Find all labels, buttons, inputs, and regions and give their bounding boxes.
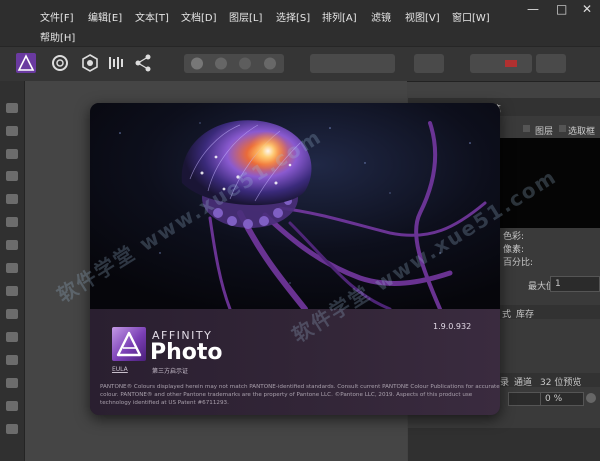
- maximize-button[interactable]: □: [556, 2, 567, 16]
- third-party-link[interactable]: 第三方启示证: [152, 366, 188, 375]
- menu-help[interactable]: 帮助[H]: [40, 29, 75, 44]
- assistant-button[interactable]: [536, 54, 566, 73]
- selection-label: 选取框: [568, 127, 596, 137]
- paint-brush-tool-icon[interactable]: [6, 263, 18, 273]
- menu-layer[interactable]: 图层[L]: [229, 9, 262, 24]
- minimize-button[interactable]: —: [527, 2, 539, 16]
- menu-window[interactable]: 窗口[W]: [452, 9, 490, 24]
- selection-brush-tool-icon[interactable]: [6, 194, 18, 204]
- toolbar: [0, 46, 600, 82]
- view-tool-icon[interactable]: [6, 126, 18, 136]
- percent-label: 百分比:: [503, 258, 534, 268]
- menu-select[interactable]: 选择[S]: [276, 9, 310, 24]
- tone-mapping-persona-icon[interactable]: [106, 53, 126, 73]
- max-value-text: 1: [555, 279, 561, 289]
- tab-stock[interactable]: 库存: [516, 307, 534, 320]
- opacity-text: 0 %: [545, 394, 563, 404]
- adjustment-button-group[interactable]: [184, 54, 284, 73]
- tab-channels[interactable]: 通道: [514, 375, 532, 388]
- selection-checkbox[interactable]: [559, 125, 566, 132]
- panel-footer: [408, 428, 600, 461]
- smudge-tool-icon[interactable]: [6, 355, 18, 365]
- max-value-field[interactable]: 1: [550, 276, 600, 292]
- marquee-tool-icon[interactable]: [6, 217, 18, 227]
- photo-persona-icon[interactable]: [16, 53, 36, 73]
- splash-artwork: [90, 103, 500, 312]
- menu-document[interactable]: 文档[D]: [181, 9, 217, 24]
- menu-arrange[interactable]: 排列[A]: [322, 9, 357, 24]
- menu-edit[interactable]: 编辑[E]: [88, 9, 122, 24]
- tab-32bit-preview[interactable]: 32 位预览: [540, 375, 581, 388]
- legal-text-2: colour. PANTONE® and other Pantone trade…: [100, 392, 473, 398]
- selection-mode-group[interactable]: [310, 54, 395, 73]
- shape-tool-icon[interactable]: [6, 401, 18, 411]
- layers-label: 图层: [535, 127, 554, 137]
- clone-tool-icon[interactable]: [6, 309, 18, 319]
- menu-bar: 文件[F] 编辑[E] 文本[T] 文档[D] 图层[L] 选择[S] 排列[A…: [0, 0, 600, 46]
- flood-fill-tool-icon[interactable]: [6, 240, 18, 250]
- layers-checkbox[interactable]: [523, 125, 530, 132]
- share-icon[interactable]: [133, 53, 153, 73]
- splash-info-area: AFFINITY Photo 1.9.0.932 EULA 第三方启示证 PAN…: [90, 309, 500, 415]
- menu-file[interactable]: 文件[F]: [40, 9, 74, 24]
- eula-link[interactable]: EULA: [112, 366, 128, 373]
- navigator-preview: [500, 138, 600, 228]
- healing-brush-tool-icon[interactable]: [6, 332, 18, 342]
- add-icon[interactable]: [586, 393, 596, 403]
- crop-tool-icon[interactable]: [6, 171, 18, 181]
- close-button[interactable]: ✕: [582, 2, 592, 16]
- legal-text-3: technology identified at US Patent #6711…: [100, 400, 229, 406]
- tab-styles[interactable]: 式: [502, 307, 511, 320]
- color-picker-tool-icon[interactable]: [6, 149, 18, 159]
- tab-history[interactable]: 录: [500, 375, 509, 388]
- menu-text[interactable]: 文本[T]: [135, 9, 169, 24]
- affinity-photo-logo-icon: [112, 327, 146, 361]
- pixels-label: 像素:: [503, 245, 525, 255]
- menu-filters[interactable]: 滤镜: [371, 9, 391, 24]
- develop-persona-icon[interactable]: [80, 53, 100, 73]
- menu-view[interactable]: 视图[V]: [405, 9, 440, 24]
- tools-panel: [0, 81, 25, 461]
- dodge-tool-icon[interactable]: [6, 286, 18, 296]
- splash-dialog: AFFINITY Photo 1.9.0.932 EULA 第三方启示证 PAN…: [90, 103, 500, 415]
- quick-mask-button[interactable]: [414, 54, 444, 73]
- text-tool-icon[interactable]: [6, 424, 18, 434]
- move-tool-icon[interactable]: [6, 103, 18, 113]
- color-label: 色彩:: [503, 232, 525, 242]
- pen-tool-icon[interactable]: [6, 378, 18, 388]
- version-label: 1.9.0.932: [433, 322, 472, 331]
- view-mode-group[interactable]: [470, 54, 532, 73]
- liquify-persona-icon[interactable]: [50, 53, 70, 73]
- brand-photo-label: Photo: [150, 340, 223, 365]
- opacity-field[interactable]: 0 %: [540, 392, 584, 406]
- legal-text-1: PANTONE® Colours displayed herein may no…: [100, 384, 500, 390]
